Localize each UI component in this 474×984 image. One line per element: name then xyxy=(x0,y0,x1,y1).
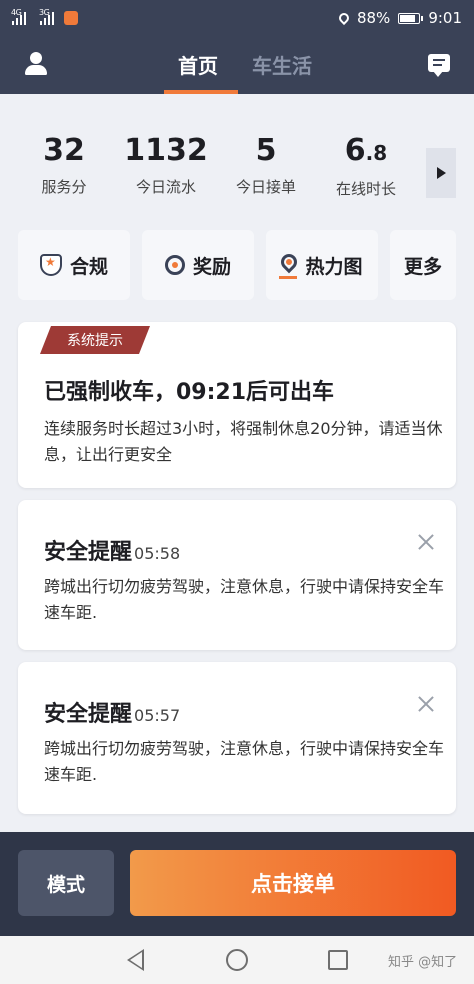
heatmap-label: 热力图 xyxy=(305,255,363,278)
location-icon xyxy=(336,10,352,26)
heatmap-button[interactable]: 热力图 xyxy=(266,230,378,300)
alert-time: 05:57 xyxy=(134,706,181,725)
alert-title-text: 安全提醒 xyxy=(44,540,133,565)
network-type-2: 3G xyxy=(39,8,50,17)
location-pin-icon xyxy=(278,250,301,274)
user-icon[interactable] xyxy=(22,50,50,78)
close-icon[interactable] xyxy=(418,696,434,712)
watermark: 知乎 @知了 xyxy=(388,955,458,970)
status-bar: 4G 3G 88% 9:01 xyxy=(0,0,474,36)
system-notice-card: 系统提示 已强制收车，09:21后可出车 连续服务时长超过3小时，将强制休息20… xyxy=(18,322,456,488)
stats-next-arrow[interactable] xyxy=(426,148,456,198)
home-circle-icon[interactable] xyxy=(226,949,248,971)
compliance-button[interactable]: 合规 xyxy=(18,230,130,300)
battery-fill xyxy=(400,14,416,22)
stat-label: 今日接单 xyxy=(235,178,296,196)
stat-today-revenue[interactable]: 1132 今日流水 xyxy=(116,134,216,197)
shield-star-icon xyxy=(39,254,62,276)
stat-online-hours[interactable]: 6.8 在线时长 xyxy=(316,134,416,199)
stats-panel: 32 服务分 1132 今日流水 5 今日接单 6.8 在线时长 xyxy=(0,104,474,214)
alert-time: 05:58 xyxy=(134,544,181,563)
stat-value-main: 6 xyxy=(344,133,366,168)
signal-icon: 4G xyxy=(11,8,26,25)
alert-body: 跨城出行切勿疲劳驾驶，注意休息，行驶中请保持安全车速车距. xyxy=(44,739,445,784)
tab-car-life[interactable]: 车生活 xyxy=(252,50,312,79)
stat-value: 5 xyxy=(255,133,277,168)
alert-title-text: 安全提醒 xyxy=(44,702,133,727)
stat-service-score[interactable]: 32 服务分 xyxy=(14,134,114,197)
stat-label: 在线时长 xyxy=(335,180,396,198)
stat-value: 1132 xyxy=(124,133,208,168)
stat-value: 6.8 xyxy=(316,134,416,170)
rewards-label: 奖励 xyxy=(192,255,231,278)
rewards-button[interactable]: 奖励 xyxy=(142,230,254,300)
tab-home[interactable]: 首页 xyxy=(178,50,218,79)
battery-percent: 88% xyxy=(356,9,391,27)
app-notification-icon xyxy=(64,11,78,25)
clock: 9:01 xyxy=(428,9,462,27)
battery-icon xyxy=(398,12,424,24)
more-label: 更多 xyxy=(403,255,442,278)
back-triangle-icon[interactable] xyxy=(127,949,144,971)
accept-order-button[interactable]: 点击接单 xyxy=(130,850,456,916)
status-left: 4G 3G xyxy=(11,8,78,25)
stat-label: 今日流水 xyxy=(135,178,196,196)
system-notice-title: 已强制收车，09:21后可出车 xyxy=(44,380,335,405)
compliance-label: 合规 xyxy=(69,255,108,278)
mode-button[interactable]: 模式 xyxy=(18,850,114,916)
pin-base-line xyxy=(279,276,297,279)
bottom-action-bar: 模式 点击接单 xyxy=(0,832,474,936)
more-button[interactable]: 更多 xyxy=(390,230,456,300)
alert-title: 安全提醒 05:57 xyxy=(44,696,180,728)
alert-body: 跨城出行切勿疲劳驾驶，注意休息，行驶中请保持安全车速车距. xyxy=(44,577,445,622)
stat-value-decimal: .8 xyxy=(365,141,388,165)
close-icon[interactable] xyxy=(418,534,434,550)
network-type-1: 4G xyxy=(11,8,22,17)
alert-title: 安全提醒 05:58 xyxy=(44,534,180,566)
message-icon[interactable] xyxy=(428,54,450,77)
stat-label: 服务分 xyxy=(41,178,87,196)
recent-apps-square-icon[interactable] xyxy=(328,950,348,970)
active-tab-indicator xyxy=(164,90,238,94)
system-notice-body: 连续服务时长超过3小时，将强制休息20分钟，请适当休息，让出行更安全 xyxy=(44,419,443,464)
signal-icon-2: 3G xyxy=(39,8,54,25)
safety-alert-card: 安全提醒 05:57 跨城出行切勿疲劳驾驶，注意休息，行驶中请保持安全车速车距. xyxy=(18,662,456,814)
play-arrow-icon xyxy=(436,167,446,179)
safety-alert-card: 安全提醒 05:58 跨城出行切勿疲劳驾驶，注意休息，行驶中请保持安全车速车距. xyxy=(18,500,456,650)
system-notice-tag: 系统提示 xyxy=(40,326,150,354)
stat-value: 32 xyxy=(43,133,85,168)
app-header: 首页 车生活 xyxy=(0,36,474,94)
stat-today-orders[interactable]: 5 今日接单 xyxy=(216,134,316,197)
system-nav-bar: 知乎 @知了 xyxy=(0,936,474,984)
medal-icon xyxy=(164,255,185,275)
status-right: 88% 9:01 xyxy=(336,9,462,27)
